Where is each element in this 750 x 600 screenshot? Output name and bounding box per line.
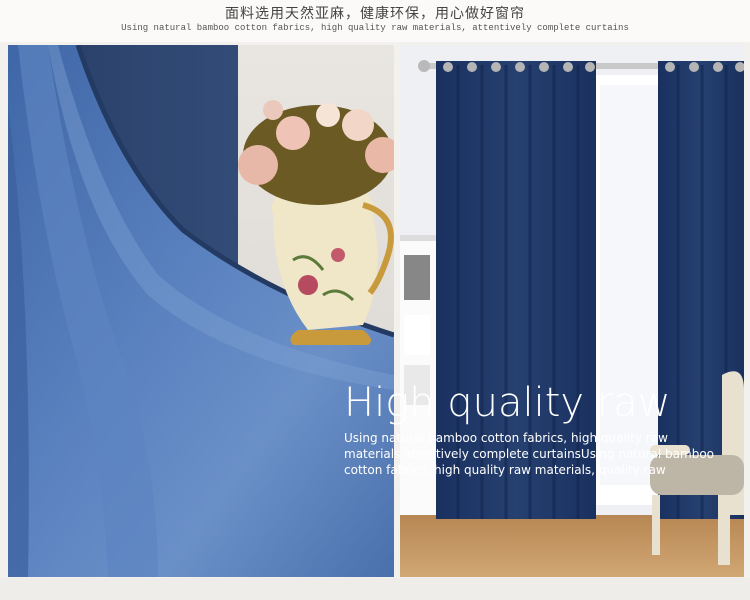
bottom-strip: [0, 578, 750, 600]
photo-room-curtains: [400, 45, 744, 577]
header-title-zh: 面料选用天然亚麻，健康环保，用心做好窗帘: [225, 6, 525, 22]
curtain-closeup-illustration: [8, 45, 394, 577]
photo-curtain-closeup: [8, 45, 394, 577]
overlay-body-text: Using natural bamboo cotton fabrics, hig…: [344, 431, 715, 477]
header-subtitle-en: Using natural bamboo cotton fabrics, hig…: [121, 23, 629, 33]
header-banner: 面料选用天然亚麻，健康环保，用心做好窗帘 Using natural bambo…: [0, 0, 750, 42]
room-curtains-illustration: [400, 45, 744, 577]
overlay-title: High quality raw: [344, 380, 671, 426]
